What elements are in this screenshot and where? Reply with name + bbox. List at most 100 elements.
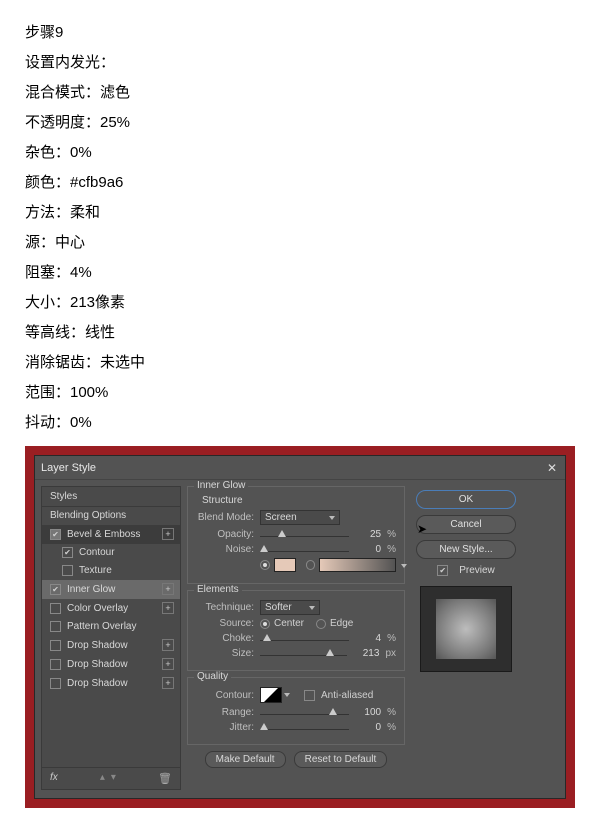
plus-icon[interactable]: + (162, 658, 174, 670)
plus-icon[interactable]: + (162, 602, 174, 614)
range-value[interactable]: 100 (353, 707, 381, 718)
make-default-button[interactable]: Make Default (205, 751, 286, 768)
source-center-radio[interactable] (260, 619, 270, 629)
checkbox-icon[interactable] (50, 640, 61, 651)
technique-dropdown[interactable]: Softer (260, 600, 320, 615)
jitter-slider[interactable] (260, 721, 349, 733)
jitter-value[interactable]: 0 (353, 722, 381, 733)
checkbox-icon[interactable] (50, 603, 61, 614)
source-edge-radio[interactable] (316, 619, 326, 629)
preview-box (420, 586, 512, 672)
structure-section: Inner Glow Structure Blend Mode: Screen … (187, 486, 405, 584)
style-drop-shadow[interactable]: Drop Shadow + (42, 655, 180, 674)
source-center-label: Center (274, 618, 304, 629)
antialiased-label: Anti-aliased (321, 690, 373, 701)
contour-label: Contour: (196, 690, 254, 701)
technique-label: Technique: (196, 602, 254, 613)
arrow-down-icon[interactable]: ▾ (111, 772, 116, 785)
style-drop-shadow[interactable]: Drop Shadow + (42, 674, 180, 693)
plus-icon[interactable]: + (162, 677, 174, 689)
trash-icon[interactable]: 🗑 (158, 772, 172, 785)
settings-panel: Inner Glow Structure Blend Mode: Screen … (187, 486, 405, 790)
checkbox-icon[interactable] (50, 659, 61, 670)
cancel-button[interactable]: Cancel (416, 515, 516, 534)
choke-value[interactable]: 4 (353, 633, 381, 644)
titlebar: Layer Style ✕ (35, 456, 565, 480)
opacity-slider[interactable] (260, 528, 349, 540)
range-label: Range: (196, 707, 254, 718)
fx-label[interactable]: fx (50, 772, 58, 785)
instr-line: 不透明度：25% (25, 108, 575, 138)
contour-picker[interactable] (260, 687, 290, 703)
jitter-label: Jitter: (196, 722, 254, 733)
ok-button[interactable]: OK (416, 490, 516, 509)
styles-panel: Styles Blending Options Bevel & Emboss +… (41, 486, 181, 790)
source-edge-label: Edge (330, 618, 353, 629)
instr-line: 阻塞：4% (25, 258, 575, 288)
cursor-icon: ➤ (417, 522, 427, 536)
preview-label: Preview (459, 565, 495, 576)
size-value[interactable]: 213 (351, 648, 379, 659)
checkbox-icon[interactable] (50, 678, 61, 689)
instr-line: 混合模式：滤色 (25, 78, 575, 108)
blend-mode-dropdown[interactable]: Screen (260, 510, 340, 525)
close-icon[interactable]: ✕ (545, 461, 559, 475)
instr-line: 方法：柔和 (25, 198, 575, 228)
color-swatch[interactable] (274, 558, 296, 572)
screenshot-frame: Layer Style ✕ Styles Blending Options Be… (25, 446, 575, 808)
instr-line: 颜色：#cfb9a6 (25, 168, 575, 198)
instr-line: 大小：213像素 (25, 288, 575, 318)
noise-label: Noise: (196, 544, 254, 555)
preview-checkbox[interactable] (437, 565, 448, 576)
style-bevel-emboss[interactable]: Bevel & Emboss + (42, 525, 180, 544)
step-heading: 步骤9 (25, 18, 575, 48)
checkbox-icon[interactable] (50, 621, 61, 632)
section-title: Elements (194, 584, 242, 595)
section-title: Quality (194, 671, 231, 682)
style-color-overlay[interactable]: Color Overlay + (42, 599, 180, 618)
checkbox-icon[interactable] (50, 529, 61, 540)
checkbox-icon[interactable] (50, 584, 61, 595)
gradient-radio[interactable] (306, 560, 316, 570)
opacity-label: Opacity: (196, 529, 254, 540)
blending-options[interactable]: Blending Options (42, 507, 180, 525)
antialiased-checkbox[interactable] (304, 690, 315, 701)
plus-icon[interactable]: + (162, 528, 174, 540)
choke-label: Choke: (196, 633, 254, 644)
opacity-value[interactable]: 25 (353, 529, 381, 540)
elements-section: Elements Technique: Softer Source: Cente… (187, 590, 405, 671)
style-contour[interactable]: Contour (42, 544, 180, 562)
preview-swatch (436, 599, 496, 659)
instr-line: 范围：100% (25, 378, 575, 408)
color-radio[interactable] (260, 560, 270, 570)
arrow-up-icon[interactable]: ▴ (100, 772, 105, 785)
plus-icon[interactable]: + (162, 583, 174, 595)
instr-line: 杂色：0% (25, 138, 575, 168)
styles-header[interactable]: Styles (42, 487, 180, 507)
noise-value[interactable]: 0 (353, 544, 381, 555)
instr-line: 消除锯齿：未选中 (25, 348, 575, 378)
gradient-swatch[interactable] (319, 558, 396, 572)
source-label: Source: (196, 618, 254, 629)
plus-icon[interactable]: + (162, 639, 174, 651)
choke-slider[interactable] (260, 632, 349, 644)
style-drop-shadow[interactable]: Drop Shadow + (42, 636, 180, 655)
style-inner-glow[interactable]: Inner Glow + (42, 580, 180, 599)
contour-thumb (260, 687, 282, 703)
section-subtitle: Structure (202, 495, 396, 506)
instr-line: 设置内发光： (25, 48, 575, 78)
noise-slider[interactable] (260, 543, 349, 555)
style-pattern-overlay[interactable]: Pattern Overlay (42, 618, 180, 636)
range-slider[interactable] (260, 706, 349, 718)
checkbox-icon[interactable] (62, 565, 73, 576)
instr-line: 抖动：0% (25, 408, 575, 438)
checkbox-icon[interactable] (62, 547, 73, 558)
size-slider[interactable] (260, 647, 347, 659)
new-style-button[interactable]: New Style... (416, 540, 516, 559)
reset-default-button[interactable]: Reset to Default (294, 751, 388, 768)
buttons-column: OK Cancel New Style... Preview (411, 486, 521, 790)
dialog-title: Layer Style (41, 462, 96, 474)
style-texture[interactable]: Texture (42, 562, 180, 580)
instr-line: 源：中心 (25, 228, 575, 258)
quality-section: Quality Contour: Anti-aliased Range: 100… (187, 677, 405, 745)
